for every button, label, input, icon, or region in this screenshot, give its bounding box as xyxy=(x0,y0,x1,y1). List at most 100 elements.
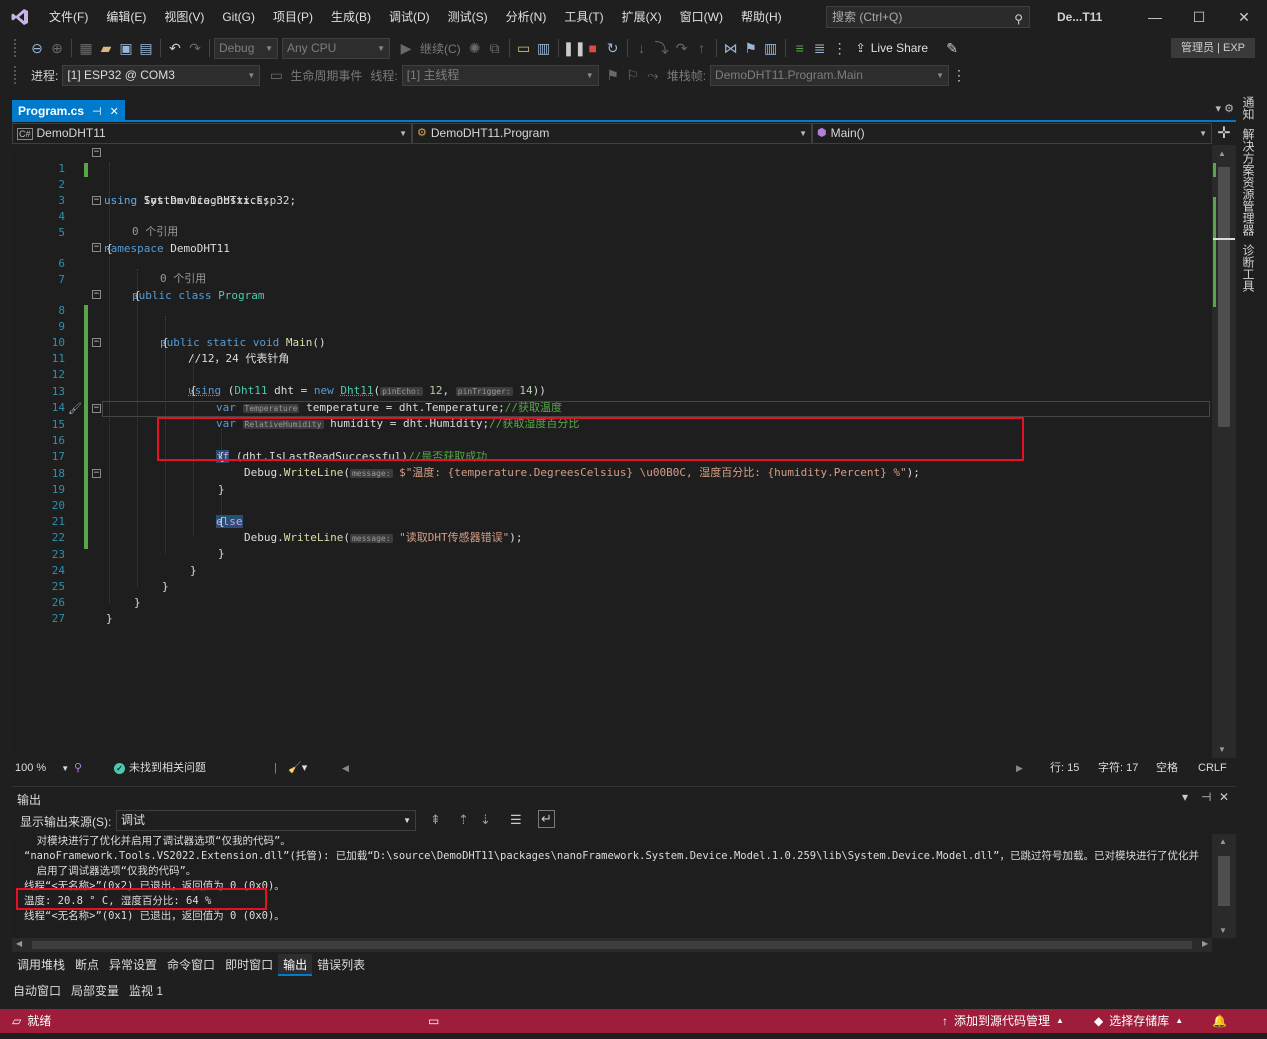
menu-tools[interactable]: 工具(T) xyxy=(555,0,612,34)
step-out-icon[interactable]: ↑ xyxy=(692,40,712,56)
tab-overflow-icon[interactable]: ▾ ⚙ xyxy=(1216,102,1234,115)
select-repository-button[interactable]: ◆ 选择存储库 ▲ xyxy=(1094,1009,1183,1033)
uncomment-lines-icon[interactable]: ≣ xyxy=(810,40,830,57)
step-over-icon[interactable]: ⤵ xyxy=(652,38,672,58)
show-threads-icon[interactable]: ⋈ xyxy=(721,40,741,57)
output-horizontal-scrollbar[interactable]: ◀ ▶ xyxy=(12,938,1212,952)
flag-threads-icon[interactable]: ⚐ xyxy=(623,67,643,84)
scroll-up-icon[interactable]: ▲ xyxy=(1218,149,1226,158)
menu-view[interactable]: 视图(V) xyxy=(155,0,213,34)
visual-studio-logo-icon[interactable] xyxy=(0,0,40,34)
member-dropdown[interactable]: ⬢ Main() ▼ xyxy=(812,123,1212,144)
project-dropdown[interactable]: C# DemoDHT11 ▼ xyxy=(12,123,412,144)
output-source-dropdown[interactable]: 调试 ▼ xyxy=(116,810,416,831)
open-file-icon[interactable]: ▰ xyxy=(96,40,116,57)
word-wrap-icon[interactable]: ↵ xyxy=(538,810,555,828)
new-project-icon[interactable]: ▦ xyxy=(76,40,96,57)
menu-debug[interactable]: 调试(D) xyxy=(380,0,439,34)
scroll-right-icon[interactable]: ▶ xyxy=(1202,939,1208,948)
clear-all-icon[interactable]: ☰ xyxy=(510,812,522,828)
pin-icon[interactable]: ⊣ xyxy=(92,105,102,118)
tab-watch-1[interactable]: 监视 1 xyxy=(124,980,168,1002)
issues-indicator[interactable]: ✓ 未找到相关问题 xyxy=(114,758,206,778)
codelens-references[interactable]: 0 个引用 xyxy=(160,271,206,286)
collapse-icon[interactable]: − xyxy=(92,148,101,157)
collapse-icon[interactable]: − xyxy=(92,469,101,478)
scrollbar-thumb[interactable] xyxy=(1218,856,1230,906)
toolbar-grip[interactable] xyxy=(14,39,22,57)
toolbar-grip[interactable] xyxy=(14,66,22,84)
solution-explorer-tab[interactable]: 解决方案资源管理器 xyxy=(1240,128,1257,236)
browser-link-icon[interactable]: ⧉ xyxy=(485,40,505,57)
memory-window-icon[interactable]: ▥ xyxy=(761,40,781,57)
save-all-icon[interactable]: ▤ xyxy=(136,40,156,57)
scroll-down-icon[interactable]: ▼ xyxy=(1219,926,1227,935)
tab-output[interactable]: 输出 xyxy=(278,954,313,976)
tab-autos[interactable]: 自动窗口 xyxy=(8,980,66,1002)
collapse-icon[interactable]: − xyxy=(92,290,101,299)
tab-program-cs[interactable]: Program.cs ⊣ ✕ xyxy=(12,100,125,122)
editor-vertical-scrollbar[interactable]: ▲ ▼ xyxy=(1212,145,1236,758)
auto-hide-pin-icon[interactable]: ⊣ xyxy=(1201,790,1211,804)
maximize-button[interactable]: ☐ xyxy=(1177,0,1221,34)
stack-frame-dropdown[interactable]: DemoDHT11.Program.Main ▼ xyxy=(710,64,950,86)
solution-configuration-dropdown[interactable]: Debug ▼ xyxy=(214,37,278,59)
scroll-left-icon[interactable]: ◀ xyxy=(16,939,22,948)
add-to-source-control-button[interactable]: ↑ 添加到源代码管理 ▲ xyxy=(942,1009,1064,1033)
flag-thread-icon[interactable]: ⚑ xyxy=(603,67,623,84)
lifecycle-events-icon[interactable]: ▭ xyxy=(266,67,286,84)
search-box[interactable]: 搜索 (Ctrl+Q) ⚲ xyxy=(826,6,1030,28)
type-dropdown[interactable]: ⚙ DemoDHT11.Program ▼ xyxy=(412,123,812,144)
breakpoint-flag-icon[interactable]: ⚑ xyxy=(741,40,761,57)
save-icon[interactable]: ▣ xyxy=(116,40,136,57)
intellicode-icon[interactable]: ⚲ xyxy=(74,758,82,778)
column-indicator[interactable]: 字符: 17 xyxy=(1098,758,1138,778)
continue-button[interactable]: 继续(C) xyxy=(420,40,461,57)
thread-dropdown[interactable]: [1] 主线程 ▼ xyxy=(401,64,599,86)
menu-extensions[interactable]: 扩展(X) xyxy=(613,0,671,34)
collapse-icon[interactable]: − xyxy=(92,243,101,252)
close-icon[interactable]: ✕ xyxy=(110,105,119,118)
scrollbar-thumb[interactable] xyxy=(32,941,1192,949)
break-all-icon[interactable]: ❚❚ xyxy=(563,40,586,57)
menu-file[interactable]: 文件(F) xyxy=(40,0,97,34)
toolbar-overflow-icon[interactable]: ⋮ xyxy=(949,67,969,84)
tab-locals[interactable]: 局部变量 xyxy=(66,980,124,1002)
code-editor[interactable]: 🖌 0 个引用 0 个引用 1 − using Iot.Device.DHTxx… xyxy=(12,145,1224,758)
hot-reload-icon[interactable]: ✺ xyxy=(465,40,485,57)
split-editor-icon[interactable]: ✛ xyxy=(1214,124,1234,144)
menu-edit[interactable]: 编辑(E) xyxy=(97,0,155,34)
window-position-icon[interactable]: ▾ xyxy=(1182,790,1188,804)
solution-platform-dropdown[interactable]: Any CPU ▼ xyxy=(282,37,390,59)
admin-badge[interactable]: 管理员 | EXP xyxy=(1171,38,1255,58)
scroll-left-icon[interactable]: ◀ xyxy=(342,758,349,778)
lifecycle-events-button[interactable]: 生命周期事件 xyxy=(290,67,362,84)
status-output-icon[interactable]: ▭ xyxy=(428,1009,439,1033)
menu-git[interactable]: Git(G) xyxy=(213,0,264,34)
undo-icon[interactable]: ↶ xyxy=(165,40,185,57)
tab-exception-settings[interactable]: 异常设置 xyxy=(104,954,162,976)
live-share-button[interactable]: ⇪ Live Share xyxy=(856,41,928,55)
forward-icon[interactable]: ⊕ xyxy=(47,40,67,57)
tab-call-stack[interactable]: 调用堆栈 xyxy=(12,954,70,976)
menu-analyze[interactable]: 分析(N) xyxy=(497,0,556,34)
whitespace-indicator[interactable]: 空格 xyxy=(1156,758,1178,778)
tab-immediate-window[interactable]: 即时窗口 xyxy=(220,954,278,976)
tab-error-list[interactable]: 错误列表 xyxy=(312,954,370,976)
comment-lines-icon[interactable]: ≡ xyxy=(790,40,810,56)
restart-icon[interactable]: ↻ xyxy=(603,40,623,57)
window-layout-icon[interactable]: ▥ xyxy=(534,40,554,57)
process-dropdown[interactable]: [1] ESP32 @ COM3 ▼ xyxy=(62,64,261,86)
close-window-button[interactable]: ✕ xyxy=(1222,0,1266,34)
next-message-icon[interactable]: ⇣ xyxy=(480,812,491,828)
line-indicator[interactable]: 行: 15 xyxy=(1050,758,1079,778)
line-ending-indicator[interactable]: CRLF xyxy=(1198,758,1227,778)
toolbar-overflow-icon[interactable]: ⋮ xyxy=(830,40,850,57)
scrollbar-thumb[interactable] xyxy=(1218,167,1230,427)
scroll-right-icon[interactable]: ▶ xyxy=(1016,758,1023,778)
menu-test[interactable]: 测试(S) xyxy=(439,0,497,34)
back-icon[interactable]: ⊖ xyxy=(27,40,47,57)
previous-message-icon[interactable]: ⇡ xyxy=(458,812,469,828)
collapse-icon[interactable]: − xyxy=(92,338,101,347)
tab-command-window[interactable]: 命令窗口 xyxy=(162,954,220,976)
